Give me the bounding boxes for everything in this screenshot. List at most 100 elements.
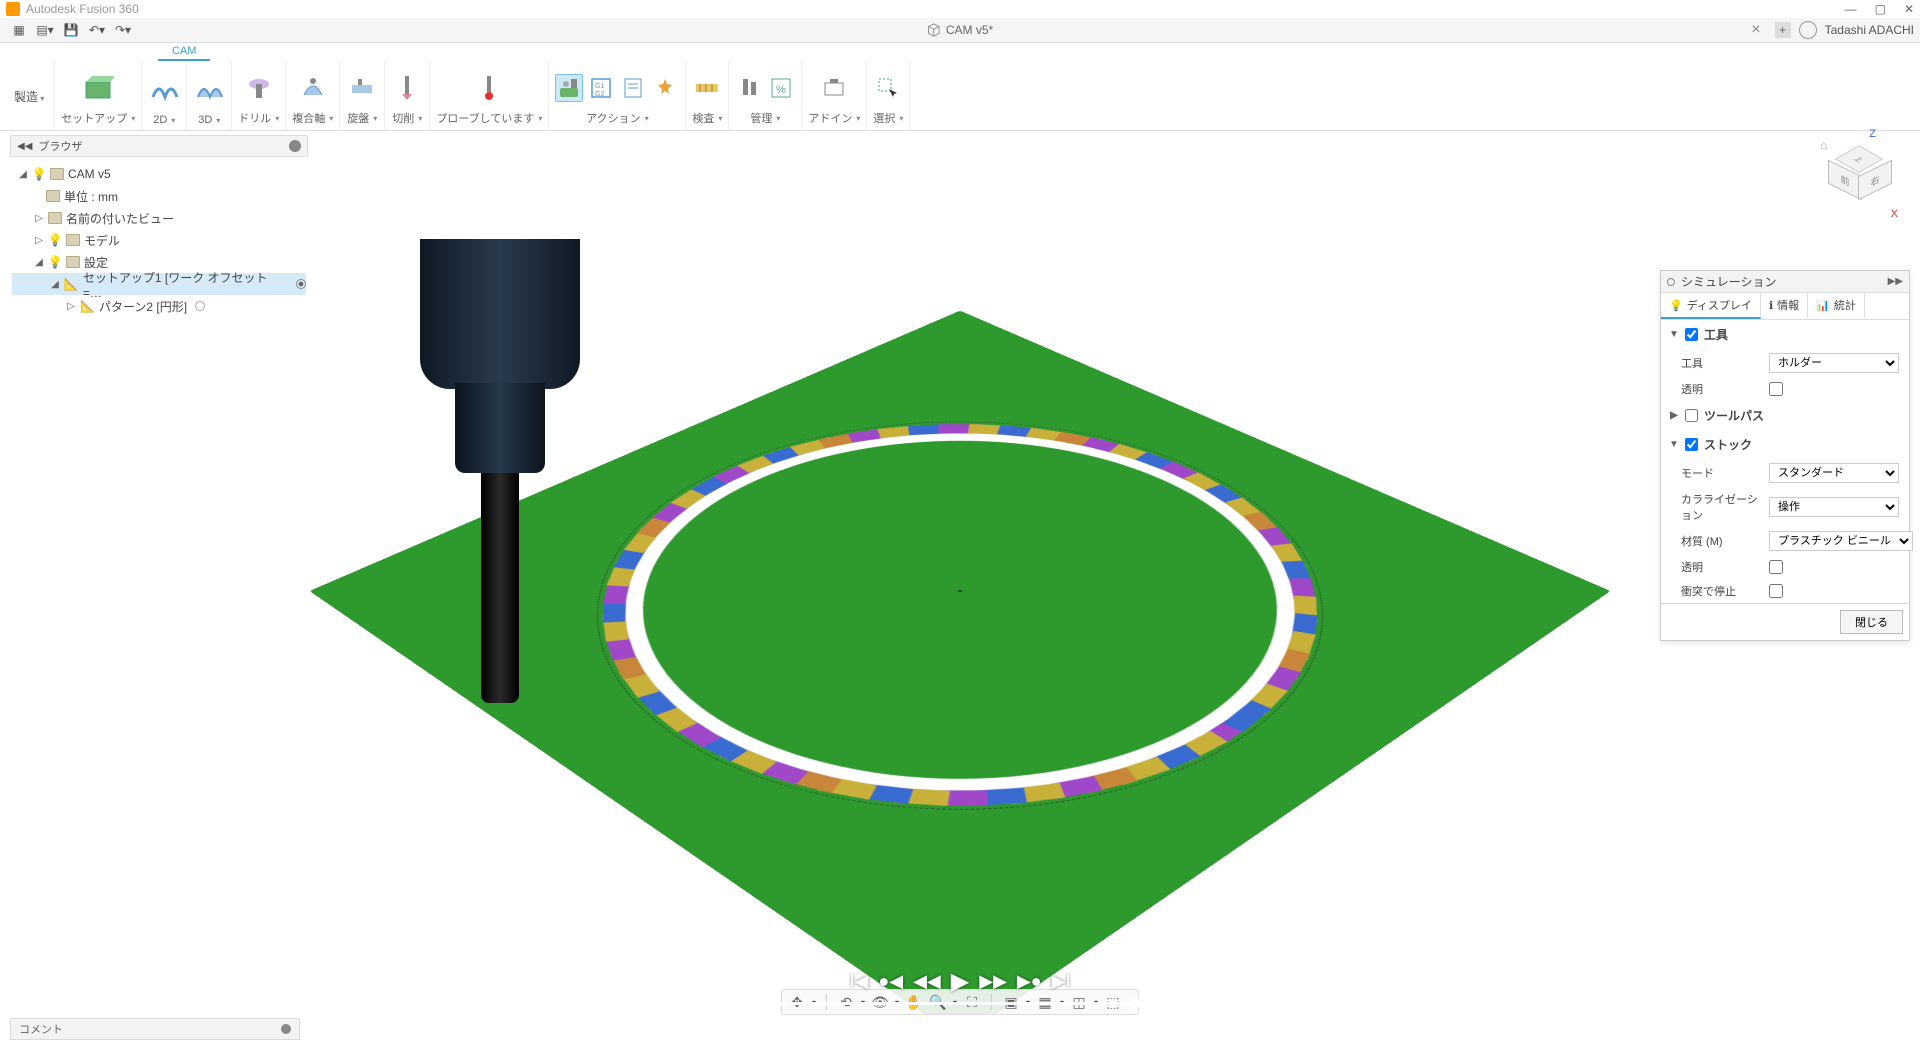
undo-icon[interactable]: ↶▾ [88,21,106,39]
sim-panel-header[interactable]: シミュレーション ▶▶ [1661,271,1909,293]
ribbon-group-inspect[interactable]: 検査 [686,61,729,130]
3d-icon [193,74,225,106]
browser-tree: ◢💡 CAM v5 単位 : mm ▷ 名前の付いたビュー ▷💡 モデル ◢💡 … [10,157,308,323]
collapse-icon[interactable]: ◀◀ [17,141,32,152]
rewind-button[interactable]: ◀◀ [913,971,941,992]
close-button[interactable]: 閉じる [1840,610,1903,634]
tab-display[interactable]: 💡ディスプレイ [1661,293,1761,319]
toolpath-section-checkbox[interactable] [1685,409,1698,422]
tree-root[interactable]: ◢💡 CAM v5 [12,163,306,185]
folder-icon [48,212,62,224]
forward-button[interactable]: ▶▶ [979,971,1007,992]
comment-bar[interactable]: コメント [10,1018,300,1040]
ribbon-group-cutting[interactable]: 切削 [385,61,430,130]
prev-op-button[interactable]: ●◀ [878,971,903,992]
tree-setup1[interactable]: ◢📐 セットアップ1 [ワーク オフセット =… [12,273,306,295]
workspace-switcher-label: 製造 [14,88,44,105]
ribbon-group-addin[interactable]: アドイン [802,61,867,130]
row-stop-collision: 衝突で停止 [1661,579,1909,603]
slider-thumb[interactable] [1128,997,1140,1009]
save-icon[interactable]: 💾 [62,21,80,39]
stop-collision-checkbox[interactable] [1769,584,1783,598]
postprocess-icon[interactable]: G1G2 [587,74,615,102]
tool-transparent-checkbox[interactable] [1769,382,1783,396]
doc-cube-icon [927,23,941,37]
record-icon [1667,278,1675,286]
pin-icon[interactable] [281,1024,291,1034]
section-stock[interactable]: ▼ストック [1661,430,1909,459]
home-view-icon[interactable]: ⌂ [1820,138,1827,152]
document-tab[interactable]: CAM v5* [927,23,993,37]
skip-end-button[interactable]: ▶I [1052,971,1071,992]
multiaxis-icon [297,72,329,104]
row-tool-transparent: 透明 [1661,377,1909,401]
stock-section-checkbox[interactable] [1685,438,1698,451]
ribbon-group-3d[interactable]: 3D [187,61,232,130]
svg-text:G2: G2 [595,91,604,98]
redo-icon[interactable]: ↷▾ [114,21,132,39]
ribbon-group-drill[interactable]: ドリル [232,61,286,130]
skip-start-button[interactable]: I◀ [850,971,869,992]
tool-section-checkbox[interactable] [1685,328,1698,341]
maximize-button[interactable]: ▢ [1875,2,1886,16]
ribbon-group-lathe[interactable]: 旋盤 [340,61,385,130]
ribbon-group-multiaxis[interactable]: 複合軸 [286,61,340,130]
addin-icon [820,74,848,102]
close-button[interactable]: ✕ [1904,2,1914,16]
expand-icon[interactable]: ▶▶ [1888,276,1903,287]
ribbon-group-action: G1G2 アクション [549,61,686,130]
playback-slider[interactable] [780,1002,1140,1005]
stock-transparent-checkbox[interactable] [1769,560,1783,574]
ribbon-group-select[interactable]: 選択 [867,61,910,130]
ribbon-group-2d[interactable]: 2D [142,61,187,130]
grid-apps-icon[interactable]: ▦ [10,21,28,39]
new-tab-button[interactable]: + [1775,22,1791,38]
minimize-button[interactable]: — [1845,2,1857,16]
user-name[interactable]: Tadashi ADACHI [1825,23,1914,37]
folder-icon [66,234,80,246]
row-tool: 工具 ホルダー [1661,349,1909,377]
playback-controls: I◀ ●◀ ◀◀ ▶ ▶▶ ▶● ▶I [780,967,1140,1005]
tool-library-icon[interactable] [735,74,763,102]
select-icon [874,74,902,102]
mode-select[interactable]: スタンダード [1769,463,1899,483]
tab-info[interactable]: ℹ情報 [1761,293,1808,319]
workspace-tab-cam[interactable]: CAM [158,43,210,61]
section-toolpath[interactable]: ▶ツールパス [1661,401,1909,430]
ribbon-group-setup[interactable]: セットアップ [55,61,142,130]
setup-sheet-icon[interactable] [619,74,647,102]
tool-select[interactable]: ホルダー [1769,353,1899,373]
folder-icon [50,168,64,180]
workspace-switcher[interactable]: 製造 [4,61,55,130]
tree-units[interactable]: 単位 : mm [12,185,306,207]
task-manager-icon[interactable]: % [767,74,795,102]
pin-icon[interactable] [289,140,301,152]
ribbon-group-probe[interactable]: プローブしています [430,61,549,130]
stock-geometry [309,310,1610,1015]
sim-tabs: 💡ディスプレイ ℹ情報 📊統計 [1661,293,1909,320]
app-logo-icon [6,2,20,16]
row-stock-transparent: 透明 [1661,555,1909,579]
browser-header[interactable]: ◀◀ ブラウザ [10,135,308,157]
tree-named-views[interactable]: ▷ 名前の付いたビュー [12,207,306,229]
tree-model[interactable]: ▷💡 モデル [12,229,306,251]
row-mode: モード スタンダード [1661,459,1909,487]
lathe-icon [346,72,378,104]
workspace-tab-row: CAM [0,43,1920,61]
tab-stats[interactable]: 📊統計 [1808,293,1865,319]
simulate-icon[interactable] [555,74,583,102]
close-tab-button[interactable]: × [1751,21,1760,39]
section-tool[interactable]: ▼工具 [1661,320,1909,349]
generate-icon[interactable] [651,74,679,102]
material-select[interactable]: プラスチック ビニール [1769,531,1913,551]
play-button[interactable]: ▶ [951,967,969,996]
active-indicator-icon [296,279,306,289]
view-cube[interactable]: ⌂ 上 前 右 Z X [1824,140,1894,210]
file-menu-icon[interactable]: ▤▾ [36,21,54,39]
next-op-button[interactable]: ▶● [1017,971,1042,992]
tool-holder [420,239,580,703]
extensions-icon[interactable] [1799,21,1817,39]
colorization-select[interactable]: 操作 [1769,497,1899,517]
browser-panel: ◀◀ ブラウザ ◢💡 CAM v5 単位 : mm ▷ 名前の付いたビュー ▷💡… [10,135,308,323]
setup-icon: 📐 [64,277,79,291]
